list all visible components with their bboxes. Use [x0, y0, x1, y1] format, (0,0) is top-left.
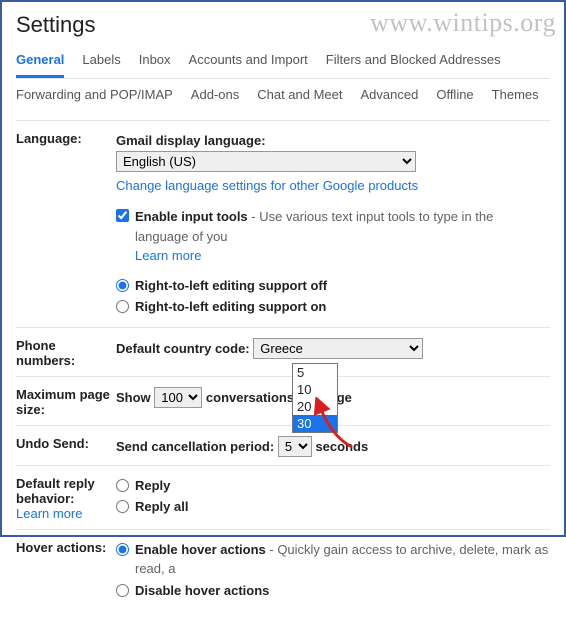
tabs-row-1: General Labels Inbox Accounts and Import… — [16, 52, 550, 79]
tab-forwarding[interactable]: Forwarding and POP/IMAP — [16, 87, 173, 110]
reply-all-option-label: Reply all — [135, 497, 188, 517]
pagesize-label: Maximum page size: — [16, 387, 110, 417]
undo-period-label: Send cancellation period: — [116, 439, 274, 454]
section-pagesize: Maximum page size: Show 100 conversation… — [16, 376, 550, 425]
page-title: Settings — [16, 12, 550, 38]
hover-disable-radio[interactable] — [116, 584, 129, 597]
section-language: Language: Gmail display language: Englis… — [16, 120, 550, 327]
tab-addons[interactable]: Add-ons — [191, 87, 239, 110]
tab-labels[interactable]: Labels — [82, 52, 120, 78]
tab-general[interactable]: General — [16, 52, 64, 78]
undo-option-10[interactable]: 10 — [293, 381, 337, 398]
enable-input-tools-label: Enable input tools — [135, 209, 248, 224]
undo-period-dropdown-list[interactable]: 5 10 20 30 — [292, 363, 338, 433]
change-language-link[interactable]: Change language settings for other Googl… — [116, 178, 418, 193]
tab-chat[interactable]: Chat and Meet — [257, 87, 342, 110]
undo-period-select[interactable]: 5 — [278, 436, 312, 457]
reply-radio[interactable] — [116, 479, 129, 492]
reply-all-radio[interactable] — [116, 500, 129, 513]
reply-label: Default reply behavior: — [16, 476, 95, 506]
country-code-label: Default country code: — [116, 341, 250, 356]
rtl-on-label: Right-to-left editing support on — [135, 297, 326, 317]
undo-option-30[interactable]: 30 — [293, 415, 337, 432]
country-code-select[interactable]: Greece — [253, 338, 423, 359]
section-undo-send: Undo Send: Send cancellation period: 5 s… — [16, 425, 550, 465]
tab-accounts[interactable]: Accounts and Import — [189, 52, 308, 78]
tab-offline[interactable]: Offline — [436, 87, 473, 110]
display-language-select[interactable]: English (US) — [116, 151, 416, 172]
pagesize-show: Show — [116, 390, 151, 405]
rtl-off-label: Right-to-left editing support off — [135, 276, 327, 296]
section-default-reply: Default reply behavior: Learn more Reply… — [16, 465, 550, 529]
phone-label: Phone numbers: — [16, 338, 75, 368]
hover-enable-label: Enable hover actions — [135, 542, 266, 557]
undo-suffix: seconds — [315, 439, 368, 454]
tabs-row-2: Forwarding and POP/IMAP Add-ons Chat and… — [16, 87, 550, 110]
enable-input-tools-checkbox[interactable] — [116, 209, 129, 222]
tab-themes[interactable]: Themes — [492, 87, 539, 110]
display-language-label: Gmail display language: — [116, 133, 266, 148]
rtl-on-radio[interactable] — [116, 300, 129, 313]
input-tools-learn-more-link[interactable]: Learn more — [135, 248, 201, 263]
reply-option-label: Reply — [135, 476, 170, 496]
hover-enable-radio[interactable] — [116, 543, 129, 556]
section-phone: Phone numbers: Default country code: Gre… — [16, 327, 550, 376]
undo-option-5[interactable]: 5 — [293, 364, 337, 381]
section-hover: Hover actions: Enable hover actions - Qu… — [16, 529, 550, 611]
tab-advanced[interactable]: Advanced — [361, 87, 419, 110]
undo-option-20[interactable]: 20 — [293, 398, 337, 415]
rtl-off-radio[interactable] — [116, 279, 129, 292]
tab-filters[interactable]: Filters and Blocked Addresses — [326, 52, 501, 78]
tab-inbox[interactable]: Inbox — [139, 52, 171, 78]
hover-disable-label: Disable hover actions — [135, 581, 269, 601]
pagesize-select[interactable]: 100 — [154, 387, 202, 408]
hover-label: Hover actions: — [16, 540, 106, 555]
reply-learn-more-link[interactable]: Learn more — [16, 506, 82, 521]
language-label: Language: — [16, 131, 82, 146]
undo-label: Undo Send: — [16, 436, 89, 451]
